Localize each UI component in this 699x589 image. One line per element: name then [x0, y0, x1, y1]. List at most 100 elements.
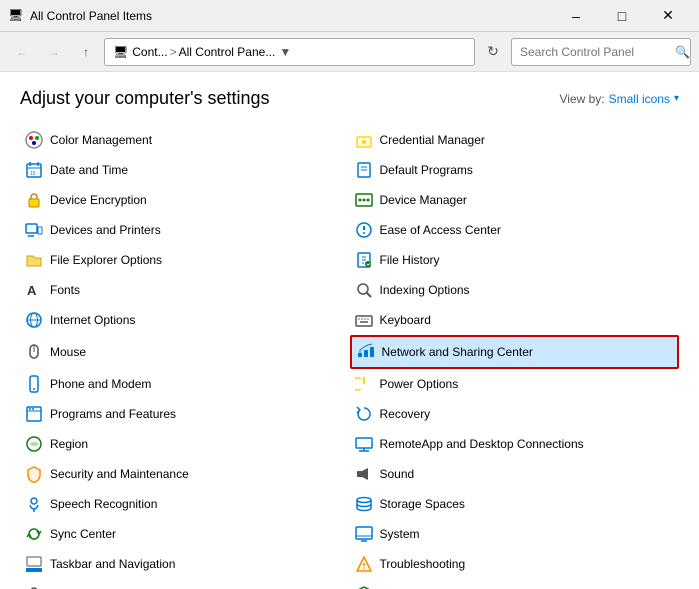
- control-panel-item[interactable]: Programs and Features: [20, 399, 350, 429]
- back-button[interactable]: ←: [8, 38, 36, 66]
- item-label: Programs and Features: [50, 407, 176, 421]
- item-label: Indexing Options: [380, 283, 470, 297]
- item-label: File Explorer Options: [50, 253, 162, 267]
- svg-text:A: A: [27, 283, 37, 298]
- troubleshoot-icon: [354, 554, 374, 574]
- item-label: Troubleshooting: [380, 557, 466, 571]
- viewby-control: View by: Small icons ▾: [559, 92, 679, 106]
- control-panel-item[interactable]: Phone and Modem: [20, 369, 350, 399]
- filehistory-icon: [354, 250, 374, 270]
- control-panel-item[interactable]: Color Management: [20, 125, 350, 155]
- control-panel-item[interactable]: Security and Maintenance: [20, 459, 350, 489]
- recovery-icon: [354, 404, 374, 424]
- control-panel-item[interactable]: Credential Manager: [350, 125, 680, 155]
- control-panel-item[interactable]: System: [350, 519, 680, 549]
- item-label: Date and Time: [50, 163, 128, 177]
- storage-icon: [354, 494, 374, 514]
- sound-icon: [354, 464, 374, 484]
- power-icon: [354, 374, 374, 394]
- item-label: Security and Maintenance: [50, 467, 189, 481]
- address-box[interactable]: 🖥 Cont... > All Control Pane... ▼: [104, 38, 475, 66]
- item-label: Device Encryption: [50, 193, 147, 207]
- search-input[interactable]: [520, 45, 675, 59]
- item-label: Phone and Modem: [50, 377, 151, 391]
- users-icon: [24, 584, 44, 589]
- item-label: Network and Sharing Center: [382, 345, 533, 359]
- item-label: Sync Center: [50, 527, 116, 541]
- up-button[interactable]: ↑: [72, 38, 100, 66]
- speech-icon: [24, 494, 44, 514]
- devices-icon: [24, 220, 44, 240]
- viewby-caret-icon[interactable]: ▾: [674, 93, 679, 104]
- main-content: Adjust your computer's settings View by:…: [0, 72, 699, 589]
- maximize-button[interactable]: □: [599, 0, 645, 32]
- item-label: Default Programs: [380, 163, 473, 177]
- item-label: Keyboard: [380, 313, 431, 327]
- svg-text:15: 15: [30, 171, 36, 177]
- address-sep1: >: [170, 45, 177, 59]
- keyboard-icon: [354, 310, 374, 330]
- address-path2: All Control Pane...: [179, 45, 276, 59]
- phone-icon: [24, 374, 44, 394]
- close-button[interactable]: ✕: [645, 0, 691, 32]
- search-icon: 🔍: [675, 45, 690, 59]
- control-panel-item[interactable]: Network and Sharing Center: [350, 335, 680, 369]
- control-panel-item[interactable]: AFonts: [20, 275, 350, 305]
- folder-icon: [24, 250, 44, 270]
- item-label: Device Manager: [380, 193, 467, 207]
- control-panel-item[interactable]: Internet Options: [20, 305, 350, 335]
- item-label: Mouse: [50, 345, 86, 359]
- titlebar-controls: – □ ✕: [553, 0, 691, 32]
- control-panel-item[interactable]: Mouse: [20, 335, 350, 369]
- control-panel-item[interactable]: Storage Spaces: [350, 489, 680, 519]
- titlebar-icon: 🖥: [8, 8, 24, 24]
- search-box[interactable]: 🔍: [511, 38, 691, 66]
- control-panel-item[interactable]: 15 Date and Time: [20, 155, 350, 185]
- item-label: Storage Spaces: [380, 497, 465, 511]
- control-panel-item[interactable]: Region: [20, 429, 350, 459]
- control-panel-item[interactable]: Sound: [350, 459, 680, 489]
- control-panel-item[interactable]: Device Encryption: [20, 185, 350, 215]
- control-panel-item[interactable]: Troubleshooting: [350, 549, 680, 579]
- control-panel-item[interactable]: Windows Defender Firewall: [350, 579, 680, 589]
- ease-icon: [354, 220, 374, 240]
- control-panel-item[interactable]: File Explorer Options: [20, 245, 350, 275]
- control-panel-item[interactable]: Taskbar and Navigation: [20, 549, 350, 579]
- address-dropdown-icon[interactable]: ▼: [279, 45, 291, 59]
- viewby-value[interactable]: Small icons: [609, 92, 670, 106]
- control-panel-item[interactable]: Sync Center: [20, 519, 350, 549]
- control-panel-item[interactable]: Speech Recognition: [20, 489, 350, 519]
- security-icon: [24, 464, 44, 484]
- titlebar-title: All Control Panel Items: [30, 9, 553, 23]
- control-panel-item[interactable]: Device Manager: [350, 185, 680, 215]
- item-label: File History: [380, 253, 440, 267]
- forward-button[interactable]: →: [40, 38, 68, 66]
- header-row: Adjust your computer's settings View by:…: [20, 88, 679, 109]
- control-panel-item[interactable]: User Accounts: [20, 579, 350, 589]
- item-label: Speech Recognition: [50, 497, 157, 511]
- programs-icon: [24, 404, 44, 424]
- minimize-button[interactable]: –: [553, 0, 599, 32]
- viewby-label: View by:: [559, 92, 604, 106]
- default-icon: [354, 160, 374, 180]
- control-panel-item[interactable]: Indexing Options: [350, 275, 680, 305]
- refresh-button[interactable]: ↻: [479, 38, 507, 66]
- control-panel-item[interactable]: Keyboard: [350, 305, 680, 335]
- mouse-icon: [24, 342, 44, 362]
- internet-icon: [24, 310, 44, 330]
- region-icon: [24, 434, 44, 454]
- devmgr-icon: [354, 190, 374, 210]
- control-panel-item[interactable]: Recovery: [350, 399, 680, 429]
- taskbar-icon: [24, 554, 44, 574]
- control-panel-item[interactable]: Default Programs: [350, 155, 680, 185]
- address-icon: 🖥: [113, 45, 128, 59]
- control-panel-item[interactable]: RemoteApp and Desktop Connections: [350, 429, 680, 459]
- firewall-icon: [354, 584, 374, 589]
- control-panel-item[interactable]: Ease of Access Center: [350, 215, 680, 245]
- control-panel-item[interactable]: Devices and Printers: [20, 215, 350, 245]
- item-label: Sound: [380, 467, 415, 481]
- datetime-icon: 15: [24, 160, 44, 180]
- control-panel-item[interactable]: File History: [350, 245, 680, 275]
- system-icon: [354, 524, 374, 544]
- control-panel-item[interactable]: Power Options: [350, 369, 680, 399]
